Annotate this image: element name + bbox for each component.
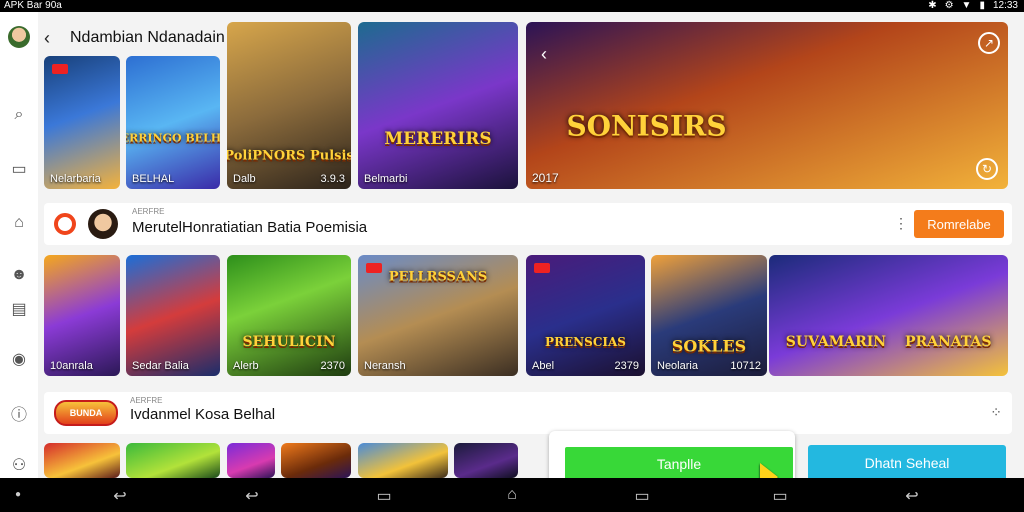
home-icon[interactable]: ⌂ (8, 212, 30, 234)
featured-tile-4[interactable]: MERERIRS Belmarbi (358, 22, 518, 189)
bluetooth-icon: ✱ (928, 0, 937, 11)
recents-icon[interactable]: ▭ (768, 486, 792, 506)
chat-icon[interactable]: ▭ (8, 158, 30, 180)
carousel-prev-icon[interactable]: ‹ (541, 44, 547, 65)
tile-meta: 3.9.3 (320, 173, 345, 185)
back-button[interactable]: ‹ (38, 28, 56, 49)
section-header-2: BUNDA AERFRE Ivdanmel Kosa Belhal ⁘ (44, 392, 1012, 434)
game-logo: MERRINGO BELHAL (126, 131, 220, 145)
game-tile[interactable]: SUVAMARIN PRANATAS (769, 255, 1008, 376)
status-left-text: APK Bar 90a (4, 0, 62, 11)
game-tile[interactable] (227, 443, 275, 478)
compass-icon[interactable]: ◉ (8, 348, 30, 370)
featured-tile-2[interactable]: MERRINGO BELHAL BELHAL (126, 56, 220, 189)
game-logo: SOKLES (671, 336, 747, 356)
app-window: ⌕ ▭ ⌂ ☻ ▤ ◉ ⓘ ⚇ ‹ Ndambian Ndanadain Nel… (0, 12, 1024, 478)
search-icon[interactable]: ⌕ (8, 104, 30, 126)
tile-caption: Sedar Balia (132, 360, 189, 372)
settings-icon: ⚙ (944, 0, 954, 11)
game-tile[interactable]: SOKLES Neolaria 10712 (651, 255, 767, 376)
game-tile[interactable] (454, 443, 518, 478)
brand-logo: BUNDA (54, 400, 118, 426)
controller-icon[interactable]: ⚇ (8, 454, 30, 476)
badge (534, 263, 550, 273)
game-logo: SUVAMARIN (785, 334, 887, 351)
featured-hero-banner[interactable]: SONISIRS 2017 (526, 22, 1008, 189)
game-tile[interactable]: SEHULICIN Alerb 2370 (227, 255, 351, 376)
game-logo: PELLRSSANS (388, 269, 488, 285)
search-action-button[interactable]: Dhatn Seheal (808, 445, 1006, 481)
back-nav-icon[interactable]: ↩ (108, 486, 132, 506)
section-title: Ivdanmel Kosa Belhal (130, 406, 276, 423)
game-logo: SONISIRS (566, 109, 727, 143)
section-header-1: AERFRE MerutelHonratiatian Batia Poemisi… (44, 203, 1012, 245)
wifi-icon: ▼ (961, 0, 972, 11)
game-tile[interactable] (281, 443, 351, 478)
game-logo: PoliPNORS Pulsis (227, 148, 351, 164)
dot-icon[interactable]: ● (6, 489, 30, 500)
section-subtitle: AERFRE (132, 207, 165, 216)
page-title: Ndambian Ndanadain (70, 29, 225, 46)
more-icon[interactable]: ⋮ (894, 215, 908, 232)
game-logo: MERERIRS (384, 128, 492, 149)
battery-icon: ▮ (979, 0, 985, 11)
section-title: MerutelHonratiatian Batia Poemisia (132, 219, 368, 236)
badge (52, 64, 68, 74)
profile-avatar[interactable] (8, 26, 30, 48)
home-nav-icon[interactable]: ⌂ (500, 486, 524, 504)
status-time: 12:33 (992, 0, 1018, 11)
badge (366, 263, 382, 273)
game-logo: PRANATAS (904, 334, 992, 351)
section-subtitle: AERFRE (130, 396, 163, 405)
tile-caption: Dalb (233, 173, 256, 185)
header: ‹ Ndambian Ndanadain (38, 24, 225, 52)
tile-caption: Alerb (233, 360, 259, 372)
game-tile[interactable] (44, 443, 120, 478)
template-button[interactable]: Tanplle (565, 447, 793, 481)
featured-tile-1[interactable]: Nelarbaria (44, 56, 120, 189)
system-nav-bar: ● ↩ ↩ ▭ ⌂ ▭ ▭ ↩ (0, 478, 1024, 512)
library-icon[interactable]: ▤ (8, 298, 30, 320)
game-logo: SEHULICIN (242, 334, 336, 351)
expand-icon[interactable]: ↗ (978, 32, 1000, 54)
status-bar: APK Bar 90a ✱ ⚙ ▼ ▮ 12:33 (0, 0, 1024, 12)
record-icon (54, 213, 76, 235)
tile-caption: BELHAL (132, 173, 175, 185)
replay-icon[interactable]: ↻ (976, 158, 998, 180)
back-nav-icon[interactable]: ↩ (900, 486, 924, 506)
game-tile[interactable] (126, 443, 220, 478)
avatar[interactable] (88, 209, 118, 239)
tile-caption: 2017 (532, 171, 559, 185)
featured-tile-3[interactable]: PoliPNORS Pulsis Dalb 3.9.3 (227, 22, 351, 189)
share-icon[interactable]: ⁘ (990, 404, 1002, 421)
tile-caption: 10anrala (50, 360, 93, 372)
game-tile[interactable]: PELLRSSANS Neransh (358, 255, 518, 376)
tile-caption: Belmarbi (364, 173, 408, 185)
info-icon[interactable]: ⓘ (8, 402, 30, 424)
game-tile[interactable]: PRENSCIAS Abel 2379 (526, 255, 645, 376)
tile-caption: Nelarbaria (50, 173, 101, 185)
tile-meta: 10712 (730, 360, 761, 372)
tile-meta: 2379 (614, 360, 639, 372)
back-nav-icon[interactable]: ↩ (240, 486, 264, 506)
game-logo: PRENSCIAS (545, 335, 626, 350)
tile-caption: Neransh (364, 360, 406, 372)
tile-caption: Neolaria (657, 360, 698, 372)
game-tile[interactable]: Sedar Balia (126, 255, 220, 376)
tile-caption: Abel (532, 360, 555, 372)
recents-icon[interactable]: ▭ (372, 486, 396, 506)
game-tile[interactable] (358, 443, 448, 478)
friends-icon[interactable]: ☻ (8, 264, 30, 286)
sidebar: ⌕ ▭ ⌂ ☻ ▤ ◉ ⓘ ⚇ (0, 12, 38, 478)
game-tile[interactable]: 10anrala (44, 255, 120, 376)
tile-meta: 2370 (320, 360, 345, 372)
recents-icon[interactable]: ▭ (630, 486, 654, 506)
recommend-button[interactable]: Romrelabe (914, 210, 1004, 238)
